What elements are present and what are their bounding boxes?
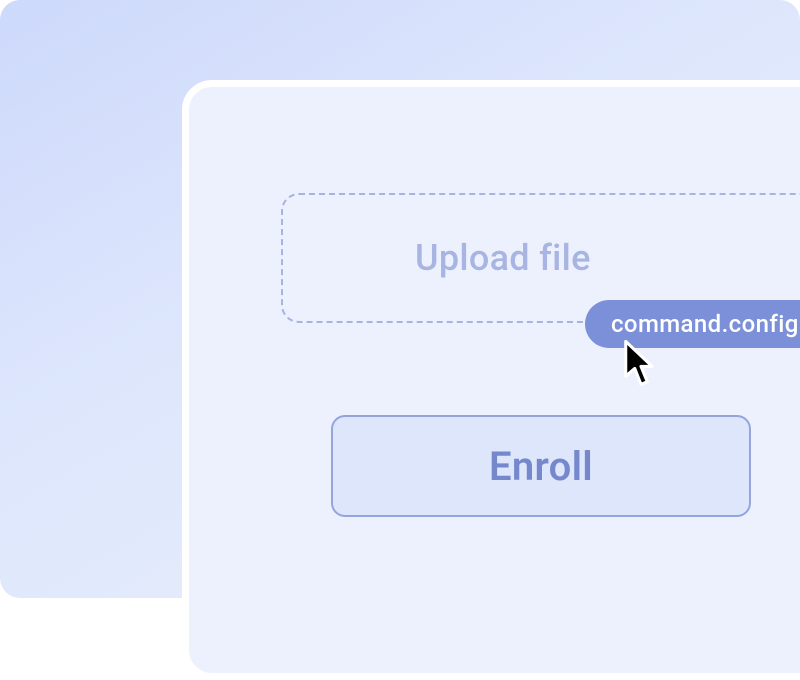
dragged-file-chip[interactable]: command.config: [585, 300, 800, 348]
form-panel: Upload file command.config Enroll: [182, 80, 800, 680]
enroll-button[interactable]: Enroll: [331, 415, 751, 517]
upload-file-label: Upload file: [415, 237, 591, 279]
dragged-file-name: command.config: [611, 310, 799, 338]
enroll-button-label: Enroll: [489, 443, 593, 490]
